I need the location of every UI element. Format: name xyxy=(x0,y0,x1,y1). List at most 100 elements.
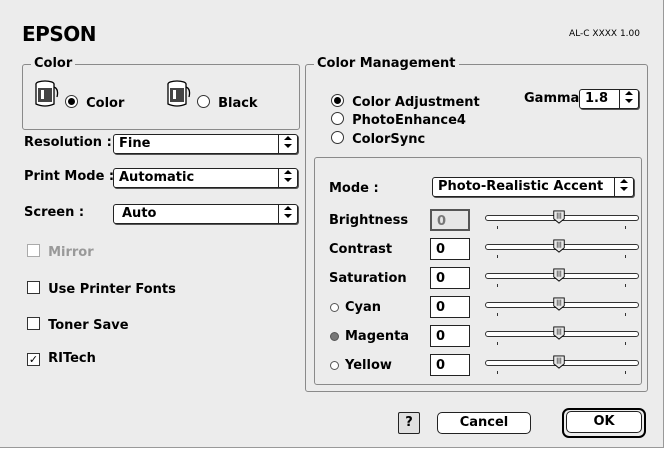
contrast-label: Contrast xyxy=(329,242,393,257)
contrast-slider[interactable] xyxy=(485,239,639,259)
mode-value: Photo-Realistic Accent xyxy=(438,179,604,194)
contrast-field[interactable]: 0 xyxy=(430,238,470,260)
slider-tick xyxy=(497,226,498,229)
colorsync-label: ColorSync xyxy=(352,132,426,147)
photoenhance-radio-indicator[interactable] xyxy=(331,112,344,125)
printer-settings-dialog: EPSON AL-C XXXX 1.00 Color Color Black R… xyxy=(0,0,664,448)
ok-button[interactable]: OK xyxy=(566,411,642,433)
slider-thumb-icon[interactable] xyxy=(552,239,566,253)
color-adjustment-radio-indicator[interactable] xyxy=(331,94,344,107)
cyan-label: Cyan xyxy=(345,300,382,315)
popup-arrows-icon xyxy=(278,135,297,153)
color-adjustment-label: Color Adjustment xyxy=(352,95,480,110)
slider-thumb-icon[interactable] xyxy=(552,355,566,369)
gamma-value: 1.8 xyxy=(585,91,609,106)
black-radio-label: Black xyxy=(218,96,258,111)
slider-tick xyxy=(625,371,626,374)
photoenhance-radio[interactable]: PhotoEnhance4 xyxy=(331,109,466,128)
gamma-label: Gamma xyxy=(524,91,580,106)
color-radio[interactable]: Color xyxy=(65,92,124,111)
toner-save-label: Toner Save xyxy=(48,318,129,333)
magenta-slider[interactable] xyxy=(485,326,639,346)
yellow-field[interactable]: 0 xyxy=(430,354,470,376)
resolution-label: Resolution : xyxy=(24,135,112,150)
color-adjustment-radio[interactable]: Color Adjustment xyxy=(331,91,480,110)
popup-arrows-icon xyxy=(619,90,638,108)
black-ink-icon xyxy=(165,79,191,113)
slider-tick xyxy=(625,342,626,345)
black-radio[interactable]: Black xyxy=(197,92,258,111)
brand-logo: EPSON xyxy=(22,22,96,46)
saturation-slider[interactable] xyxy=(485,268,639,288)
slider-tick xyxy=(497,342,498,345)
color-management-group: Color Management Color Adjustment PhotoE… xyxy=(305,56,648,392)
yellow-label: Yellow xyxy=(345,358,392,373)
brightness-field[interactable]: 0 xyxy=(430,209,470,231)
ritech-label: RITech xyxy=(48,351,96,366)
photoenhance-label: PhotoEnhance4 xyxy=(352,113,466,128)
mode-select[interactable]: Photo-Realistic Accent xyxy=(432,177,634,197)
color-group-title: Color xyxy=(31,56,76,71)
slider-tick xyxy=(497,371,498,374)
yellow-slider[interactable] xyxy=(485,355,639,375)
black-radio-indicator[interactable] xyxy=(197,95,210,108)
screen-value: Auto xyxy=(122,206,157,221)
ritech-checkbox-box[interactable]: ✓ xyxy=(27,353,40,366)
slider-thumb-icon[interactable] xyxy=(552,297,566,311)
use-printer-fonts-checkbox[interactable]: Use Printer Fonts xyxy=(27,278,176,297)
cancel-button-label: Cancel xyxy=(459,415,509,430)
colorsync-radio-indicator[interactable] xyxy=(331,131,344,144)
magenta-label: Magenta xyxy=(345,329,410,344)
screen-label: Screen : xyxy=(24,205,85,220)
gamma-select[interactable]: 1.8 xyxy=(579,89,639,109)
yellow-dot-icon xyxy=(330,361,339,370)
resolution-value: Fine xyxy=(119,136,151,151)
toner-save-checkbox[interactable]: Toner Save xyxy=(27,314,129,333)
slider-thumb-icon[interactable] xyxy=(552,268,566,282)
saturation-label: Saturation xyxy=(329,271,407,286)
colorsync-radio[interactable]: ColorSync xyxy=(331,128,425,147)
slider-tick xyxy=(497,255,498,258)
cyan-dot-icon xyxy=(330,303,339,312)
toner-save-checkbox-box[interactable] xyxy=(27,317,40,330)
color-radio-label: Color xyxy=(86,96,125,111)
model-version: AL-C XXXX 1.00 xyxy=(569,29,640,39)
slider-tick xyxy=(625,284,626,287)
color-group: Color Color Black xyxy=(22,56,300,130)
ok-button-ring: OK xyxy=(562,408,646,438)
ok-button-label: OK xyxy=(593,414,615,429)
resolution-select[interactable]: Fine xyxy=(113,134,298,154)
slider-tick xyxy=(625,226,626,229)
popup-arrows-icon xyxy=(614,178,633,196)
mirror-checkbox: Mirror xyxy=(27,241,94,260)
popup-arrows-icon xyxy=(278,205,297,223)
brightness-label: Brightness xyxy=(329,213,409,228)
print-mode-select[interactable]: Automatic xyxy=(113,168,298,188)
brightness-slider[interactable] xyxy=(485,210,639,230)
slider-tick xyxy=(497,284,498,287)
print-mode-value: Automatic xyxy=(119,170,195,185)
color-adjustment-panel: Mode : Photo-Realistic Accent Brightness… xyxy=(314,157,642,385)
slider-thumb-icon[interactable] xyxy=(552,326,566,340)
mirror-checkbox-box xyxy=(27,244,40,257)
slider-tick xyxy=(625,255,626,258)
color-ink-icon xyxy=(33,79,59,113)
print-mode-label: Print Mode : xyxy=(24,169,115,184)
slider-thumb-icon[interactable] xyxy=(552,210,566,224)
slider-tick xyxy=(625,313,626,316)
ritech-checkbox[interactable]: ✓ RITech xyxy=(27,347,96,366)
color-radio-indicator[interactable] xyxy=(65,95,78,108)
saturation-field[interactable]: 0 xyxy=(430,267,470,289)
magenta-dot-icon xyxy=(330,332,339,341)
help-button[interactable]: ? xyxy=(398,412,420,434)
cyan-field[interactable]: 0 xyxy=(430,296,470,318)
popup-arrows-icon xyxy=(278,169,297,187)
use-printer-fonts-checkbox-box[interactable] xyxy=(27,281,40,294)
color-management-title: Color Management xyxy=(314,56,459,71)
screen-select[interactable]: Auto xyxy=(113,204,298,224)
use-printer-fonts-label: Use Printer Fonts xyxy=(48,282,176,297)
cancel-button[interactable]: Cancel xyxy=(437,412,531,434)
cyan-slider[interactable] xyxy=(485,297,639,317)
mode-label: Mode : xyxy=(329,181,379,196)
magenta-field[interactable]: 0 xyxy=(430,325,470,347)
